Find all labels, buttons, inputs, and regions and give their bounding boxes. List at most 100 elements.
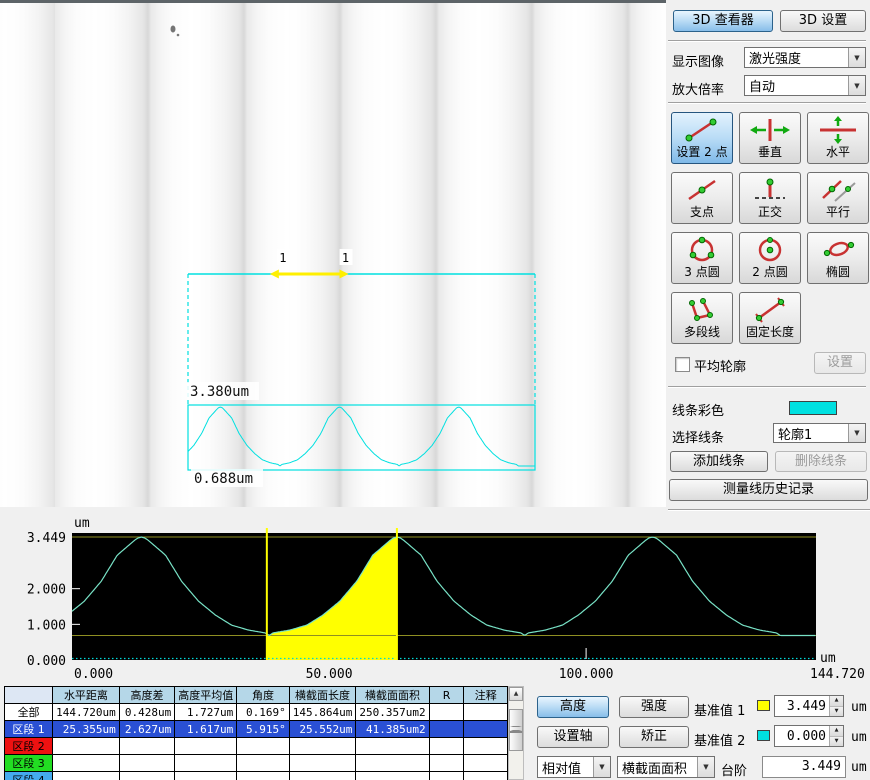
3d-settings-button[interactable]: 3D 设置 xyxy=(780,10,866,32)
reference1-color-swatch[interactable] xyxy=(757,700,770,711)
row-label[interactable]: 全部 xyxy=(5,704,53,721)
table-cell xyxy=(356,755,429,772)
row-label[interactable]: 区段 4 xyxy=(5,772,53,780)
step-value-box: 3.449 xyxy=(762,756,846,778)
cross-section-dropdown-arrow-icon[interactable]: ▼ xyxy=(697,757,714,777)
row-label[interactable]: 区段 2 xyxy=(5,738,53,755)
table-cell xyxy=(53,772,120,780)
reference2-value-input[interactable]: 0.000 ▲▼ xyxy=(774,725,844,747)
magnification-dropdown[interactable]: 自动 ▼ xyxy=(744,75,866,96)
table-corner-header xyxy=(5,687,53,704)
table-row[interactable]: 区段 125.355um2.627um1.617um5.915°25.552um… xyxy=(5,721,508,738)
table-cell xyxy=(356,772,429,780)
table-cell xyxy=(429,721,464,738)
add-line-button[interactable]: 添加线条 xyxy=(670,451,768,472)
table-cell: 144.720um xyxy=(53,704,120,721)
average-profile-checkbox[interactable] xyxy=(675,357,690,372)
column-header: 横截面长度 xyxy=(289,687,356,704)
profile-preview-curve xyxy=(188,407,535,466)
display-image-dropdown-arrow-icon[interactable]: ▼ xyxy=(848,48,865,67)
table-row[interactable]: 区段 2 xyxy=(5,738,508,755)
spin-down-icon[interactable]: ▼ xyxy=(830,737,843,747)
ellipse-button[interactable]: 椭圆 xyxy=(807,232,869,284)
chart-tick-label: 100.000 xyxy=(559,667,614,682)
correction-button[interactable]: 矫正 xyxy=(619,726,689,748)
spin-up-icon[interactable]: ▲ xyxy=(830,726,843,737)
cross-section-dropdown[interactable]: 横截面面积 ▼ xyxy=(617,756,715,778)
height-mode-button[interactable]: 高度 xyxy=(537,696,609,718)
vertical-line-button[interactable]: 垂直 xyxy=(739,112,801,164)
two-point-circle-button[interactable]: 2 点圆 xyxy=(739,232,801,284)
table-cell xyxy=(119,738,175,755)
set-axis-button[interactable]: 设置轴 xyxy=(537,726,609,748)
three-point-circle-button[interactable]: 3 点圆 xyxy=(671,232,733,284)
table-cell: 25.552um xyxy=(289,721,356,738)
magnification-dropdown-arrow-icon[interactable]: ▼ xyxy=(848,76,865,95)
relative-value-selected: 相对值 xyxy=(538,758,593,777)
table-row[interactable]: 区段 4 xyxy=(5,772,508,780)
relative-value-dropdown-arrow-icon[interactable]: ▼ xyxy=(593,757,610,777)
vertical-line-icon xyxy=(747,116,793,144)
measure-line-history-button[interactable]: 测量线历史记录 xyxy=(669,479,868,501)
spin-up-icon[interactable]: ▲ xyxy=(830,696,843,707)
row-label[interactable]: 区段 1 xyxy=(5,721,53,738)
table-row[interactable]: 全部144.720um0.428um1.727um0.169°145.864um… xyxy=(5,704,508,721)
table-cell xyxy=(289,772,356,780)
reference2-color-swatch[interactable] xyxy=(757,730,770,741)
relative-value-dropdown[interactable]: 相对值 ▼ xyxy=(537,756,611,778)
reference2-value: 0.000 xyxy=(775,729,829,744)
segment1-left-arrow-icon[interactable] xyxy=(270,270,279,279)
reference1-spinner[interactable]: ▲▼ xyxy=(829,696,843,716)
column-header: 水平距离 xyxy=(53,687,120,704)
orthogonal-line-button[interactable]: 正交 xyxy=(739,172,801,224)
spin-down-icon[interactable]: ▼ xyxy=(830,707,843,717)
cross-section-selected: 横截面面积 xyxy=(618,758,697,777)
scroll-up-icon[interactable]: ▲ xyxy=(509,687,523,701)
table-row[interactable]: 区段 3 xyxy=(5,755,508,772)
segment1-right-arrow-icon[interactable] xyxy=(340,270,349,279)
step-label: 台阶 xyxy=(721,760,747,779)
table-cell xyxy=(464,738,508,755)
scrollbar-thumb[interactable] xyxy=(509,709,523,751)
column-header: 注释 xyxy=(464,687,508,704)
two-point-line-button[interactable]: 设置 2 点 xyxy=(671,112,733,164)
table-cell xyxy=(53,755,120,772)
dust-speck xyxy=(177,34,180,37)
display-image-dropdown[interactable]: 激光强度 ▼ xyxy=(744,47,866,68)
table-cell xyxy=(289,738,356,755)
tool-label: 多段线 xyxy=(684,324,720,341)
intensity-mode-button[interactable]: 强度 xyxy=(619,696,689,718)
average-profile-set-button[interactable]: 设置 xyxy=(814,352,866,374)
separator xyxy=(668,40,866,42)
3d-viewer-button[interactable]: 3D 查看器 xyxy=(673,10,773,32)
three-point-circle-icon xyxy=(679,236,725,264)
select-line-dropdown[interactable]: 轮廓1 ▼ xyxy=(773,423,866,443)
polyline-button[interactable]: 多段线 xyxy=(671,292,733,344)
table-cell xyxy=(429,738,464,755)
reference2-spinner[interactable]: ▲▼ xyxy=(829,726,843,746)
select-line-label: 选择线条 xyxy=(672,427,724,446)
table-cell xyxy=(464,772,508,780)
laser-intensity-image[interactable]: 113.380um0.688um xyxy=(0,0,666,507)
tool-label: 固定长度 xyxy=(746,324,794,341)
table-cell: 0.428um xyxy=(119,704,175,721)
pivot-line-button[interactable]: 支点 xyxy=(671,172,733,224)
fixed-length-button[interactable]: 固定长度 xyxy=(739,292,801,344)
parallel-line-button[interactable]: 平行 xyxy=(807,172,869,224)
horizontal-line-button[interactable]: 水平 xyxy=(807,112,869,164)
step-unit: um xyxy=(851,760,867,775)
table-scrollbar[interactable]: ▲ xyxy=(508,686,524,780)
line-color-swatch[interactable] xyxy=(789,401,837,415)
fixed-length-icon xyxy=(747,296,793,324)
magnification-label: 放大倍率 xyxy=(672,79,724,98)
table-cell: 25.355um xyxy=(53,721,120,738)
chart-tick-label: 0.000 xyxy=(27,654,66,669)
select-line-dropdown-arrow-icon[interactable]: ▼ xyxy=(848,424,865,442)
reference1-value-input[interactable]: 3.449 ▲▼ xyxy=(774,695,844,717)
delete-line-button[interactable]: 删除线条 xyxy=(775,451,867,472)
table-cell: 1.617um xyxy=(175,721,237,738)
chart-plot-area[interactable] xyxy=(72,533,816,660)
row-label[interactable]: 区段 3 xyxy=(5,755,53,772)
magnification-value: 自动 xyxy=(745,76,848,95)
parallel-line-icon xyxy=(815,176,861,204)
